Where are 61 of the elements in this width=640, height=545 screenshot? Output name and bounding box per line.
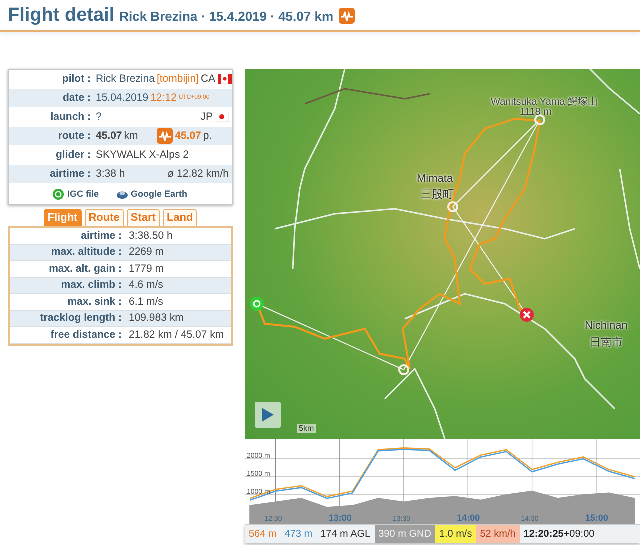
download-icon <box>53 188 64 200</box>
unit-text: km <box>124 130 138 142</box>
igc-file-link[interactable]: IGC file <box>53 188 99 200</box>
country-code: JP <box>200 111 213 123</box>
axis-label: 14:00 <box>457 513 480 523</box>
average-speed: ø 12.82 km/h <box>168 168 229 180</box>
value-readout: 52 km/h <box>476 525 520 543</box>
field-label: pilot : <box>61 73 91 85</box>
axis-label: 13:00 <box>328 513 352 523</box>
route-score-icon <box>338 8 355 24</box>
value-readout: 564 m <box>248 528 278 542</box>
glider-name: SKYWALK X-Alps 2 <box>96 149 189 161</box>
launch-link[interactable]: ? <box>96 111 102 123</box>
date-link[interactable]: 15.04.2019 <box>96 92 149 104</box>
stat-label: max. sink : <box>66 296 122 308</box>
google-earth-link[interactable]: Google Earth <box>117 188 188 200</box>
value-readout: 390 m GND <box>374 525 436 543</box>
map-scale: 5km <box>297 424 316 433</box>
stat-label: tracklog length : <box>39 312 122 324</box>
airtime-value: 3:38 h <box>96 168 126 180</box>
stat-label: max. alt. gain : <box>48 262 122 275</box>
flight-summary: Rick Brezina · 15.4.2019 · 45.07 km <box>120 9 334 24</box>
stat-value: 3:38.50 h <box>129 230 174 242</box>
pilot-link[interactable]: Rick Brezina <box>96 73 155 85</box>
elevation-label: 1118 m <box>520 107 552 118</box>
country-code: CA <box>200 73 216 85</box>
place-label: Mimata <box>417 173 454 185</box>
stat-value: 21.82 km / 45.07 km <box>129 328 226 341</box>
page-title: Flight detail <box>8 5 115 27</box>
stat-value: 109.983 km <box>129 312 185 324</box>
unit-text: p. <box>203 130 212 142</box>
stat-value: 6.1 m/s <box>129 296 164 308</box>
value-readout: 174 m AGL <box>320 528 372 542</box>
value-readout: 473 m <box>284 528 314 542</box>
flag-icon <box>218 74 232 84</box>
stat-value: 2269 m <box>129 246 166 258</box>
flag-icon <box>215 112 229 122</box>
stat-label: max. climb : <box>60 279 122 292</box>
field-label: launch : <box>50 111 91 123</box>
field-label: airtime : <box>49 168 91 180</box>
stat-label: max. altitude : <box>50 246 122 258</box>
stat-value: 1779 m <box>129 262 166 275</box>
place-label: Nichinan <box>585 320 628 332</box>
play-icon <box>262 408 274 422</box>
place-label: 日南市 <box>590 336 623 350</box>
field-label: route : <box>57 130 91 142</box>
place-label: Wanitsuka Yama 鰐塚山 <box>491 96 598 108</box>
field-label: date : <box>62 92 91 104</box>
stat-value: 4.6 m/s <box>129 279 164 292</box>
stat-label: free distance : <box>50 328 122 341</box>
time-text: 12:12 <box>150 92 177 104</box>
field-label: glider : <box>54 149 91 161</box>
route-distance: 45.07 <box>96 130 122 142</box>
time-readout: 12:20:25+09:00 <box>522 528 596 542</box>
terrain-map[interactable] <box>245 69 640 439</box>
route-points: 45.07 <box>175 130 202 142</box>
play-button[interactable] <box>255 402 281 428</box>
value-readout: 1.0 m/s <box>435 525 476 543</box>
axis-label: 15:00 <box>585 513 608 523</box>
place-label: 三股町 <box>421 188 454 202</box>
stat-label: airtime : <box>80 230 122 242</box>
